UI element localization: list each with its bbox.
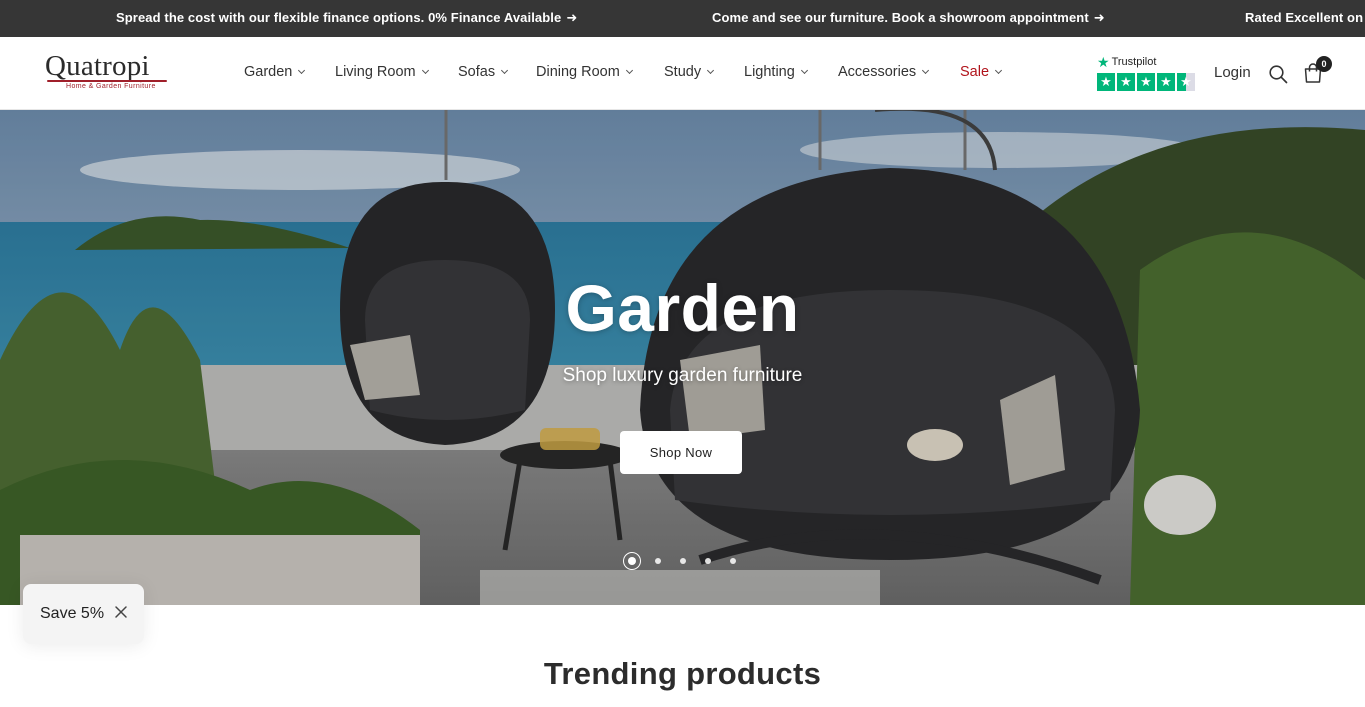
nav-item-garden[interactable]: Garden — [244, 64, 306, 80]
save-discount-popup[interactable]: Save 5% — [23, 584, 144, 644]
trending-products-heading: Trending products — [543, 656, 822, 691]
logo-ribbon — [47, 80, 167, 82]
trustpilot-widget[interactable]: ★ Trustpilot ★ ★ ★ ★ ★ — [1097, 54, 1197, 92]
arrow-right-icon: ➜ — [1093, 10, 1105, 25]
nav-label: Accessories — [838, 64, 917, 80]
slider-pagination — [623, 552, 743, 570]
star-icon: ★ — [1157, 73, 1175, 91]
nav-item-sale[interactable]: Sale — [960, 64, 1003, 80]
announcement-text: Spread the cost with our flexible financ… — [116, 10, 562, 25]
close-icon[interactable] — [114, 605, 128, 619]
search-icon[interactable] — [1268, 64, 1288, 84]
hero-subtitle: Shop luxury garden furniture — [562, 365, 803, 386]
announcement-text: Come and see our furniture. Book a showr… — [712, 10, 1089, 25]
hero-title: Garden — [565, 271, 800, 345]
nav-item-sofas[interactable]: Sofas — [458, 64, 509, 80]
brand-logo[interactable]: Quatropi Home & Garden Furniture — [45, 50, 169, 94]
chevron-down-icon — [625, 66, 633, 75]
chevron-down-icon — [994, 66, 1003, 75]
slider-dot-3[interactable] — [680, 558, 686, 564]
announcement-message-showroom[interactable]: Come and see our furniture. Book a showr… — [712, 10, 1105, 26]
nav-item-lighting[interactable]: Lighting — [744, 64, 808, 80]
hero-banner: Garden Shop luxury garden furniture Shop… — [0, 110, 1365, 605]
save-discount-label: Save 5% — [40, 605, 105, 622]
brand-tagline: Home & Garden Furniture — [66, 83, 156, 90]
brand-name: Quatropi — [45, 50, 150, 82]
nav-label: Garden — [244, 64, 293, 80]
chevron-down-icon — [922, 66, 930, 75]
trustpilot-star-icon: ★ — [1097, 54, 1110, 70]
nav-label: Sofas — [458, 64, 496, 80]
nav-item-accessories[interactable]: Accessories — [838, 64, 930, 80]
chevron-down-icon — [421, 66, 429, 75]
nav-label: Sale — [960, 64, 990, 80]
slider-dot-1[interactable] — [623, 552, 641, 570]
announcement-bar: Spread the cost with our flexible financ… — [0, 0, 1365, 37]
nav-label: Dining Room — [536, 64, 620, 80]
site-header: Quatropi Home & Garden Furniture Garden … — [0, 37, 1365, 110]
nav-item-dining-room[interactable]: Dining Room — [536, 64, 633, 80]
star-icon: ★ — [1097, 73, 1115, 91]
nav-label: Study — [664, 64, 702, 80]
trustpilot-rating: ★ ★ ★ ★ ★ — [1097, 73, 1195, 91]
star-icon: ★ — [1137, 73, 1155, 91]
slider-dot-2[interactable] — [655, 558, 661, 564]
half-star-icon: ★ — [1177, 73, 1195, 91]
announcement-message-finance[interactable]: Spread the cost with our flexible financ… — [116, 10, 577, 26]
nav-label: Living Room — [335, 64, 416, 80]
shop-now-button[interactable]: Shop Now — [620, 431, 742, 474]
arrow-right-icon: ➜ — [566, 10, 578, 25]
announcement-text: Rated Excellent on T — [1245, 10, 1365, 25]
nav-item-study[interactable]: Study — [664, 64, 715, 80]
nav-label: Lighting — [744, 64, 795, 80]
announcement-message-rating[interactable]: Rated Excellent on T — [1245, 10, 1365, 25]
trustpilot-text: Trustpilot — [1111, 56, 1157, 68]
chevron-down-icon — [800, 66, 808, 75]
trustpilot-label: ★ Trustpilot — [1097, 55, 1156, 69]
hero-image — [0, 110, 1365, 605]
slider-dot-4[interactable] — [705, 558, 711, 564]
chevron-down-icon — [501, 66, 509, 75]
chevron-down-icon — [298, 66, 306, 75]
login-link[interactable]: Login — [1214, 64, 1251, 81]
chevron-down-icon — [707, 66, 715, 75]
cart-count-badge: 0 — [1316, 56, 1332, 72]
slider-dot-5[interactable] — [730, 558, 736, 564]
star-icon: ★ — [1117, 73, 1135, 91]
nav-item-living-room[interactable]: Living Room — [335, 64, 429, 80]
